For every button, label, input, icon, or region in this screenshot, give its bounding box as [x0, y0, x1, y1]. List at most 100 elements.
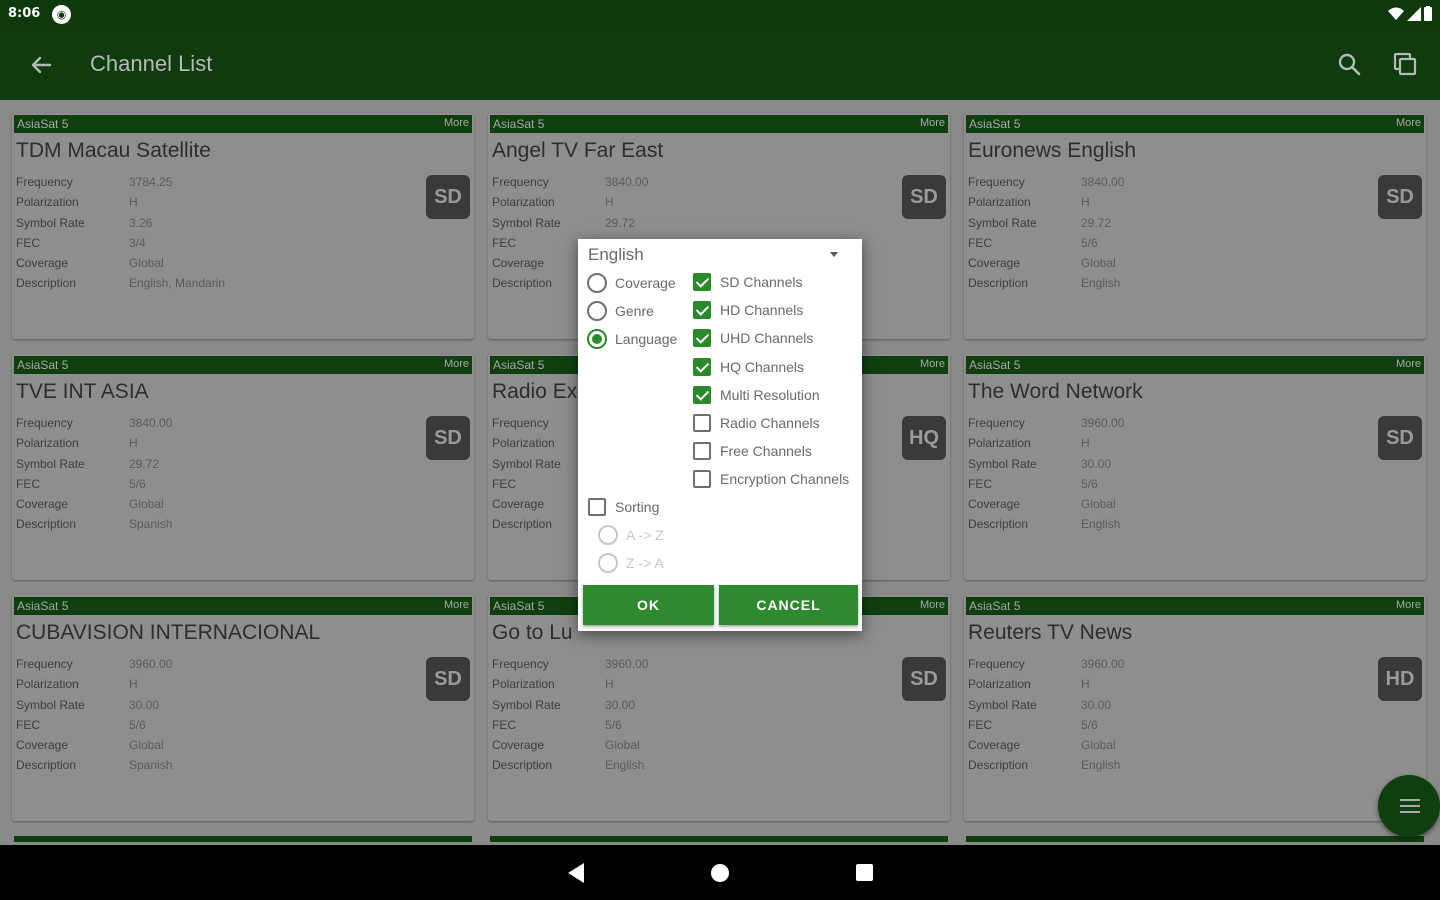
- card-field-label: Description: [16, 276, 77, 291]
- card-more-link[interactable]: More: [1396, 117, 1421, 129]
- filter-checkbox[interactable]: [693, 385, 711, 404]
- channel-name: Reuters TV News: [968, 621, 1133, 644]
- nav-home-icon[interactable]: [711, 864, 729, 882]
- group-radio-coverage[interactable]: [587, 273, 607, 293]
- card-field-row: Frequency 3784.25: [16, 175, 225, 195]
- card-more-link[interactable]: More: [1396, 599, 1421, 611]
- channel-name: Euronews English: [968, 139, 1137, 162]
- card-fields: Frequency 3960.00 Polarization H Symbol …: [968, 657, 1124, 779]
- filter-checkbox[interactable]: [693, 357, 711, 376]
- channel-card[interactable]: AsiaSat 5 More Reuters TV News Frequency…: [964, 595, 1426, 821]
- card-fields: Frequency 3960.00 Polarization H Symbol …: [16, 657, 172, 779]
- nav-recents-icon[interactable]: [856, 864, 873, 881]
- card-field-value: 5/6: [129, 717, 146, 732]
- cancel-button[interactable]: CANCEL: [719, 585, 858, 625]
- card-field-row: Frequency 3840.00: [16, 416, 172, 436]
- card-field-label: Coverage: [16, 256, 69, 271]
- filter-checkbox[interactable]: [693, 442, 711, 461]
- sort-order-label: A -> Z: [626, 527, 664, 543]
- sort-order-radio[interactable]: [598, 553, 618, 573]
- card-field-label: Symbol Rate: [492, 697, 561, 712]
- card-more-link[interactable]: More: [920, 599, 945, 611]
- card-field-value: 3840.00: [1081, 175, 1125, 189]
- card-field-value: Spanish: [129, 758, 173, 773]
- group-radio-genre[interactable]: [587, 301, 607, 321]
- card-field-row: Coverage Global: [16, 738, 172, 758]
- card-more-link[interactable]: More: [444, 358, 469, 370]
- language-dropdown-value: English: [588, 245, 644, 264]
- card-field-value: Global: [129, 738, 164, 753]
- card-field-value: 3960.00: [1081, 416, 1125, 430]
- channel-card[interactable]: AsiaSat 5 More The Word Network Frequenc…: [964, 354, 1426, 580]
- filter-checkbox[interactable]: [693, 301, 711, 320]
- card-field-label: FEC: [968, 476, 992, 491]
- card-field-row: Description English, Mandarin: [16, 276, 225, 296]
- card-field-row: Frequency 3840.00: [492, 175, 648, 195]
- card-field-row: Description English: [968, 276, 1124, 296]
- ok-button[interactable]: OK: [583, 585, 714, 625]
- channel-card[interactable]: AsiaSat 5 More Euronews English Frequenc…: [964, 113, 1426, 339]
- filter-checkbox[interactable]: [693, 273, 711, 291]
- signal-icon: [1407, 6, 1421, 21]
- card-satellite: AsiaSat 5: [17, 358, 69, 372]
- sort-order-radio[interactable]: [598, 525, 618, 545]
- card-field-row: Frequency 3960.00: [16, 657, 172, 677]
- battery-icon: [1424, 6, 1432, 21]
- filter-checkbox[interactable]: [693, 470, 711, 489]
- multi-window-icon[interactable]: [1391, 50, 1419, 78]
- channel-card[interactable]: AsiaSat 5 More TDM Macau Satellite Frequ…: [12, 113, 474, 339]
- sorting-checkbox[interactable]: [588, 498, 606, 516]
- card-field-value: 5/6: [1081, 476, 1098, 491]
- card-field-value: Global: [129, 497, 164, 512]
- card-more-link[interactable]: More: [1396, 358, 1421, 370]
- card-more-link[interactable]: More: [920, 358, 945, 370]
- card-fields: Frequency 3784.25 Polarization H Symbol …: [16, 175, 225, 297]
- back-arrow-icon[interactable]: [26, 50, 56, 80]
- card-field-value: 3.26: [129, 215, 153, 230]
- search-icon[interactable]: [1337, 52, 1363, 78]
- card-field-label: Symbol Rate: [16, 697, 85, 712]
- card-field-value: 29.72: [129, 456, 160, 471]
- card-field-row: Description Spanish: [16, 517, 172, 537]
- card-field-row: FEC 5/6: [492, 718, 648, 738]
- filter-checkbox[interactable]: [693, 414, 711, 432]
- card-field-row: Polarization H: [968, 436, 1124, 456]
- channel-name: TVE INT ASIA: [16, 380, 149, 403]
- card-more-link[interactable]: More: [920, 117, 945, 129]
- card-field-label: Description: [968, 276, 1029, 291]
- card-field-label: Coverage: [16, 497, 69, 512]
- next-card-header-partial: [14, 836, 472, 842]
- card-header: AsiaSat 5 More: [14, 115, 472, 133]
- dropdown-arrow-icon: [830, 252, 838, 257]
- group-radio-label: Language: [615, 331, 678, 347]
- card-field-value: English: [1081, 758, 1121, 773]
- card-field-label: Coverage: [492, 738, 545, 753]
- card-fields: Frequency 3960.00 Polarization H Symbol …: [492, 657, 648, 779]
- sorting-label: Sorting: [615, 499, 660, 515]
- group-radio-language[interactable]: [587, 329, 607, 349]
- quality-badge: HD: [1378, 657, 1422, 701]
- quality-badge: SD: [426, 175, 470, 219]
- menu-fab[interactable]: [1378, 775, 1440, 837]
- channel-card[interactable]: AsiaSat 5 More TVE INT ASIA Frequency 38…: [12, 354, 474, 580]
- card-field-value: Global: [1081, 497, 1116, 512]
- card-field-label: FEC: [492, 717, 516, 732]
- filter-checkbox[interactable]: [693, 329, 711, 348]
- nav-back-icon[interactable]: [566, 862, 586, 884]
- card-field-value: 3840.00: [605, 175, 649, 189]
- card-field-label: FEC: [16, 235, 40, 250]
- card-field-label: Coverage: [968, 497, 1021, 512]
- channel-card[interactable]: AsiaSat 5 More CUBAVISION INTERNACIONAL …: [12, 595, 474, 821]
- card-more-link[interactable]: More: [444, 117, 469, 129]
- page-title: Channel List: [90, 51, 213, 76]
- sort-order-label: Z -> A: [626, 555, 664, 571]
- card-satellite: AsiaSat 5: [17, 599, 69, 613]
- card-field-label: Description: [16, 517, 77, 532]
- card-field-value: 3960.00: [1081, 657, 1125, 671]
- card-field-value: 29.72: [1081, 215, 1112, 230]
- card-field-row: Polarization H: [16, 436, 172, 456]
- card-field-value: H: [129, 677, 138, 692]
- card-more-link[interactable]: More: [444, 599, 469, 611]
- card-field-value: Global: [1081, 256, 1116, 271]
- next-card-header-partial: [490, 836, 948, 842]
